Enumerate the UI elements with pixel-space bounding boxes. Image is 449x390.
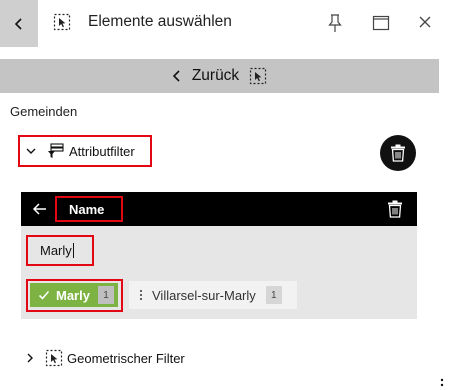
select-dashed-icon bbox=[250, 67, 267, 85]
pin-icon[interactable] bbox=[326, 13, 344, 33]
filter-field-name: Name bbox=[55, 196, 123, 222]
trash-icon[interactable] bbox=[387, 200, 403, 218]
section-title: Gemeinden bbox=[10, 104, 78, 119]
attribute-filter-label: Attributfilter bbox=[69, 143, 135, 159]
select-dashed-icon bbox=[53, 13, 71, 31]
more-vertical-icon[interactable] bbox=[439, 376, 445, 388]
value-chip[interactable]: Villarsel-sur-Marly 1 bbox=[129, 281, 297, 309]
value-chip-selected[interactable]: Marly 1 bbox=[26, 279, 123, 312]
geometric-filter-label: Geometrischer Filter bbox=[67, 350, 185, 366]
chevron-left-icon bbox=[14, 17, 22, 30]
attribute-filter-toggle[interactable]: Attributfilter bbox=[18, 135, 152, 167]
value-chip-label: Villarsel-sur-Marly bbox=[152, 287, 256, 303]
back-button-label: Zurück bbox=[191, 67, 240, 84]
close-icon[interactable] bbox=[417, 14, 433, 30]
value-chip-count: 1 bbox=[97, 286, 114, 304]
filter-value-text: Marly bbox=[40, 243, 72, 258]
value-chip-label: Marly bbox=[56, 287, 90, 303]
chevron-right-icon bbox=[27, 353, 33, 363]
text-caret bbox=[72, 243, 74, 258]
check-icon bbox=[38, 290, 50, 300]
chevron-down-icon bbox=[26, 148, 36, 154]
delete-filter-button[interactable] bbox=[380, 135, 416, 171]
back-button[interactable]: Zurück bbox=[0, 59, 439, 93]
more-vertical-icon bbox=[139, 289, 143, 301]
maximize-icon[interactable] bbox=[372, 14, 390, 32]
filter-value-input[interactable]: Marly bbox=[26, 235, 94, 266]
filter-panel-header: Name bbox=[21, 192, 417, 226]
trash-icon bbox=[391, 144, 405, 162]
chevron-left-icon bbox=[172, 70, 180, 82]
geometric-filter-toggle[interactable]: Geometrischer Filter bbox=[25, 347, 185, 369]
window-title: Elemente auswählen bbox=[88, 13, 232, 30]
filter-icon bbox=[48, 143, 64, 158]
window-back-button[interactable] bbox=[0, 0, 38, 47]
back-navigation-bar: Zurück bbox=[0, 59, 439, 93]
arrow-left-icon[interactable] bbox=[32, 201, 48, 217]
value-chip-body: Marly 1 bbox=[30, 283, 118, 307]
value-chip-count: 1 bbox=[265, 286, 282, 304]
select-dashed-icon bbox=[45, 349, 63, 367]
attribute-filter-panel: Name Marly Marly 1 Villarsel-sur-Marly 1 bbox=[21, 192, 417, 319]
